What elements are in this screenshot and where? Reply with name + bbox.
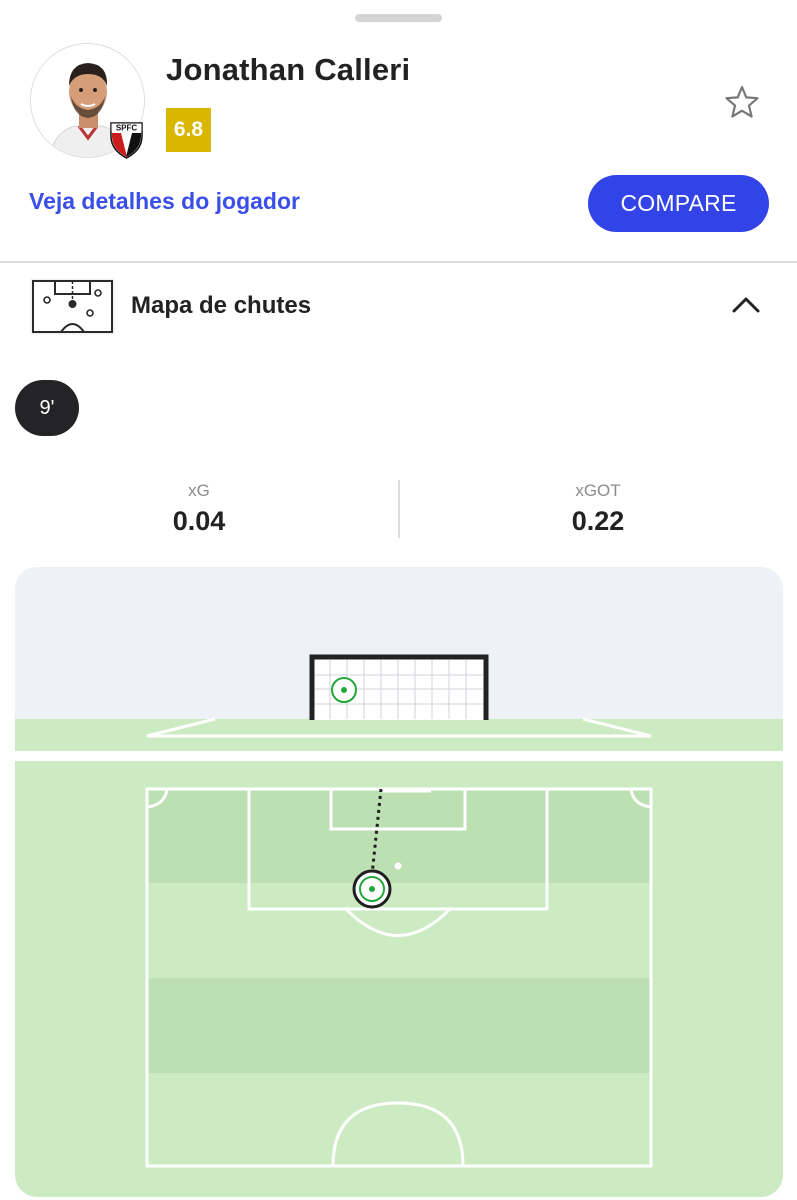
stat-value: 0.04 [172,506,226,536]
shot-origin-marker[interactable] [352,869,392,909]
player-details-link[interactable]: Veja detalhes do jogador [29,188,300,215]
stat-xg: xG 0.04 [0,480,398,538]
rating-badge: 6.8 [166,108,211,152]
shot-minute-chip[interactable]: 9' [15,380,79,436]
star-icon[interactable] [724,85,760,119]
stat-value: 0.22 [571,506,625,536]
section-title: Mapa de chutes [131,292,312,319]
stat-label: xG [188,481,210,500]
club-badge-text: SPFC [116,124,138,133]
player-name: Jonathan Calleri [166,52,411,87]
chevron-up-icon[interactable] [731,294,761,314]
shot-map-icon [30,278,115,335]
shot-map [15,567,783,1197]
shot-goal-marker[interactable] [331,677,357,703]
stat-xgot: xGOT 0.22 [399,480,797,538]
stat-label: xGOT [575,481,621,500]
player-sheet: SPFC Jonathan Calleri 6.8 Veja detalhes … [0,0,797,1200]
drag-handle[interactable] [355,14,442,22]
compare-button[interactable]: COMPARE [588,175,769,232]
club-badge-icon: SPFC [110,122,143,159]
divider [0,261,797,263]
